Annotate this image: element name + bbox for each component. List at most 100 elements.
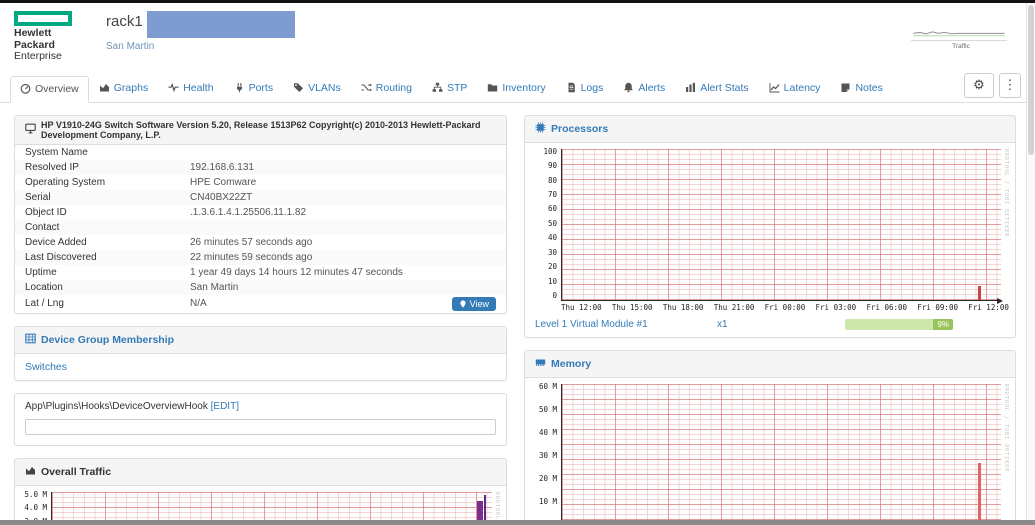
memory-stick-icon [535, 355, 546, 373]
processor-usage-value: 9% [933, 318, 953, 330]
tab-routing[interactable]: Routing [351, 75, 422, 102]
redaction-overlay [146, 11, 295, 38]
row-value: 22 minutes 59 seconds ago [190, 251, 313, 263]
processors-graph[interactable]: 100 90 80 70 60 50 40 30 20 10 0 RRDTOOL… [525, 143, 1015, 314]
device-settings-button[interactable]: ⚙ [964, 72, 994, 98]
tab-label: STP [446, 81, 468, 94]
processor-count-link[interactable]: x1 [717, 319, 845, 330]
processor-usage-bar: 9% [845, 318, 953, 330]
tab-graphs[interactable]: Graphs [89, 75, 158, 102]
processor-entry-row: Level 1 Virtual Module #1 x1 9% [525, 314, 1015, 337]
hpe-logo-text-1: Hewlett Packard [14, 27, 55, 51]
bar-chart-icon [685, 82, 696, 93]
hpe-logo-mark [14, 11, 72, 26]
tab-label: Alert Stats [700, 81, 749, 94]
hook-path: App\Plugins\Hooks\DeviceOverviewHook [25, 400, 208, 412]
tab-label: Ports [248, 81, 274, 94]
tag-icon [293, 82, 304, 93]
row-label: Device Added [25, 236, 87, 248]
device-group-membership-panel: Device Group Membership Switches [14, 325, 507, 381]
tab-label: Logs [580, 81, 604, 94]
row-value: 192.168.6.131 [190, 161, 254, 173]
tab-label: Overview [35, 82, 79, 95]
row-label: Serial [25, 191, 51, 203]
vertical-scrollbar[interactable] [1026, 3, 1035, 520]
tab-label: Health [183, 81, 214, 94]
plug-icon [234, 82, 245, 93]
gauge-icon [20, 83, 31, 94]
tab-logs[interactable]: Logs [556, 75, 614, 102]
table-row: Object ID .1.3.6.1.4.1.25506.11.1.82 [15, 205, 506, 220]
device-info-title: HP V1910-24G Switch Software Version 5.2… [41, 119, 481, 140]
y-axis-labels: 60 M 50 M 40 M 30 M 20 M 10 M [538, 381, 557, 507]
row-label: System Name [25, 146, 88, 158]
table-row: Contact [15, 219, 506, 235]
area-chart-icon [99, 82, 110, 93]
display-icon [25, 121, 36, 139]
tab-ports[interactable]: Ports [224, 75, 284, 102]
tab-vlans[interactable]: VLANs [283, 75, 351, 102]
device-info-panel: HP V1910-24G Switch Software Version 5.2… [14, 114, 507, 314]
tab-label: Inventory [502, 81, 546, 94]
table-icon [25, 331, 36, 349]
overall-traffic-title: Overall Traffic [41, 465, 112, 478]
area-chart-icon [25, 463, 36, 481]
file-text-icon [566, 82, 577, 93]
overall-traffic-panel: Overall Traffic 5.0 M 4.0 M 3.0 M 2.0 M … [14, 457, 507, 525]
memory-panel: Memory 60 M 50 M 40 M 30 M 20 M 10 M RRD… [524, 349, 1016, 525]
row-label: Resolved IP [25, 161, 79, 173]
device-group-membership-title: Device Group Membership [41, 333, 175, 346]
table-row: Device Added 26 minutes 57 seconds ago [15, 235, 506, 250]
note-icon [840, 82, 851, 93]
table-row: Last Discovered 22 minutes 59 seconds ag… [15, 249, 506, 265]
row-label: Lat / Lng [25, 298, 64, 310]
tab-alerts[interactable]: Alerts [613, 75, 675, 102]
table-row: Lat / Lng N/A View [15, 295, 506, 313]
table-row: System Name [15, 145, 506, 160]
row-value: 1 year 49 days 14 hours 12 minutes 47 se… [190, 266, 403, 278]
memory-plot-area [561, 383, 1001, 525]
hook-edit-link[interactable]: [EDIT] [211, 401, 239, 412]
view-location-button[interactable]: View [451, 296, 496, 311]
tab-stp[interactable]: STP [422, 75, 477, 102]
device-tabs: Overview Graphs Health Ports VLANs Routi… [0, 72, 1035, 103]
traffic-minigraph-label: Traffic [952, 43, 970, 50]
scrollbar-thumb[interactable] [1028, 5, 1034, 155]
more-menu-button[interactable]: ⋮ [999, 72, 1021, 98]
tab-overview[interactable]: Overview [10, 75, 89, 103]
processors-title: Processors [551, 122, 609, 135]
tab-label: Routing [375, 81, 412, 94]
tab-label: Notes [855, 81, 883, 94]
traffic-sparkline-icon [911, 31, 1007, 41]
memory-usage-spike [978, 463, 981, 525]
table-row: Operating System HPE Comware [15, 175, 506, 190]
tab-notes[interactable]: Notes [830, 75, 892, 102]
y-axis-labels: 100 90 80 70 60 50 40 30 20 10 0 [543, 146, 557, 301]
row-label: Location [25, 281, 63, 293]
table-row: Uptime 1 year 49 days 14 hours 12 minute… [15, 265, 506, 280]
device-location-link[interactable]: San Martin [106, 41, 295, 52]
header-traffic-minigraph[interactable]: Traffic [911, 21, 1011, 50]
device-hostname: rack1 [106, 13, 143, 30]
tab-label: Latency [783, 81, 821, 94]
row-label: Last Discovered [25, 251, 97, 263]
tab-alert-stats[interactable]: Alert Stats [675, 75, 758, 102]
bell-icon [623, 82, 634, 93]
memory-title: Memory [551, 357, 592, 370]
tab-latency[interactable]: Latency [759, 75, 831, 102]
tab-inventory[interactable]: Inventory [477, 75, 555, 102]
device-group-link-switches[interactable]: Switches [25, 361, 67, 373]
x-axis-labels: Thu 12:00 Thu 15:00 Thu 18:00 Thu 21:00 … [561, 302, 1009, 312]
memory-graph[interactable]: 60 M 50 M 40 M 30 M 20 M 10 M RRDTOOL / … [525, 378, 1015, 525]
rrdtool-watermark: RRDTOOL / TOBI OETIKER [1003, 383, 1009, 472]
gear-icon: ⚙ [973, 77, 985, 93]
row-value: CN40BX22ZT [190, 191, 253, 203]
horizontal-scrollbar[interactable] [0, 520, 1035, 525]
row-value: 26 minutes 57 seconds ago [190, 236, 313, 248]
row-label: Contact [25, 221, 60, 233]
processor-name-link[interactable]: Level 1 Virtual Module #1 [535, 319, 717, 330]
processors-panel: Processors 100 90 80 70 60 50 40 30 20 1… [524, 114, 1016, 338]
tab-health[interactable]: Health [158, 75, 223, 102]
view-button-label: View [469, 298, 489, 309]
row-value: San Martin [190, 281, 239, 293]
